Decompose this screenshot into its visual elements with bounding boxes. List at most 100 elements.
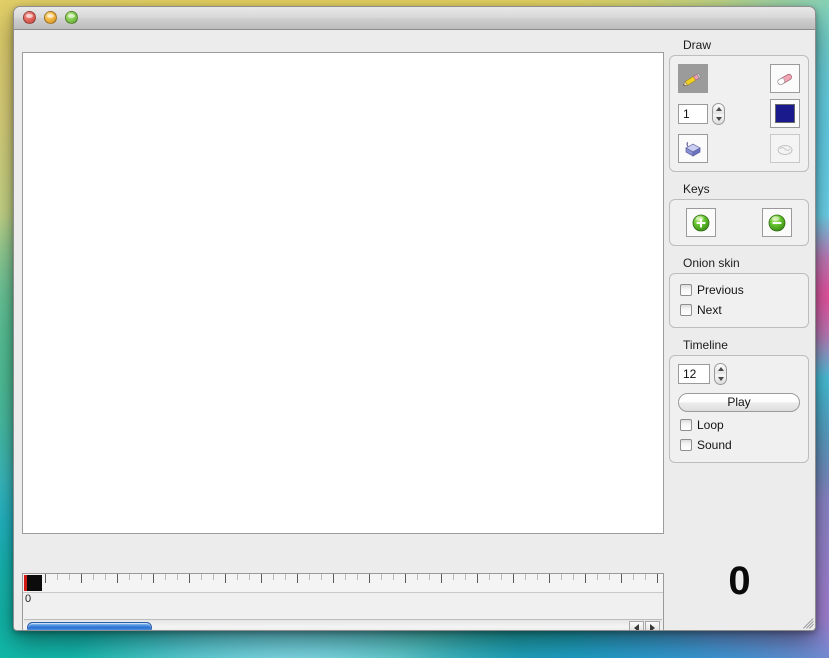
ruler-tick-minor <box>165 574 166 580</box>
ruler-tick-minor <box>525 574 526 580</box>
ruler-tick-major <box>585 574 586 583</box>
minimize-button-icon[interactable] <box>44 11 57 24</box>
ruler-tick-major <box>513 574 514 583</box>
ruler-tick-major <box>225 574 226 583</box>
sound-label: Sound <box>697 438 732 452</box>
line-width-spinner[interactable] <box>712 102 725 125</box>
timeline-track[interactable] <box>23 608 663 618</box>
ruler-tick-minor <box>177 574 178 580</box>
scrollbar-thumb[interactable] <box>27 622 152 630</box>
line-width-input[interactable]: 1 <box>678 103 708 124</box>
onion-next-checkbox[interactable] <box>680 304 692 316</box>
spinner-down-icon[interactable] <box>715 116 722 121</box>
ruler-tick-minor <box>309 574 310 580</box>
window-titlebar[interactable] <box>14 7 815 30</box>
onion-next-label: Next <box>697 303 722 317</box>
onion-skin-group-label: Onion skin <box>683 256 740 270</box>
ruler-tick-minor <box>57 574 58 580</box>
timeline-ruler[interactable] <box>23 574 663 593</box>
window-body: Draw 1 Keys Onion skin Previous Next Tim… <box>14 30 815 630</box>
arrow-right-icon <box>650 623 655 630</box>
ruler-tick-major <box>549 574 550 583</box>
fps-spinner[interactable] <box>714 363 727 385</box>
ruler-tick-minor <box>69 574 70 580</box>
ruler-tick-minor <box>489 574 490 580</box>
ruler-tick-minor <box>501 574 502 580</box>
ruler-tick-minor <box>213 574 214 580</box>
ruler-tick-major <box>81 574 82 583</box>
onion-previous-checkbox[interactable] <box>680 284 692 296</box>
application-window: Draw 1 Keys Onion skin Previous Next Tim… <box>13 6 816 631</box>
ruler-tick-minor <box>237 574 238 580</box>
ruler-tick-minor <box>537 574 538 580</box>
tool-panel: Draw 1 Keys Onion skin Previous Next Tim… <box>669 38 809 473</box>
timeline-strip[interactable]: 0 <box>22 573 664 630</box>
frame-counter: 0 <box>728 559 750 603</box>
sound-checkbox[interactable] <box>680 439 692 451</box>
ruler-tick-minor <box>597 574 598 580</box>
ruler-tick-minor <box>453 574 454 580</box>
fill-tool-button[interactable] <box>678 134 708 163</box>
pencil-tool-button[interactable] <box>678 64 708 93</box>
ruler-tick-minor <box>609 574 610 580</box>
loop-row[interactable]: Loop <box>680 418 800 432</box>
ruler-ticks <box>23 574 663 592</box>
ruler-tick-minor <box>273 574 274 580</box>
ruler-start-label: 0 <box>25 593 32 605</box>
ruler-tick-major <box>297 574 298 583</box>
onion-next-row[interactable]: Next <box>680 303 800 317</box>
close-button-icon[interactable] <box>23 11 36 24</box>
ruler-tick-minor <box>141 574 142 580</box>
ruler-tick-minor <box>201 574 202 580</box>
color-swatch-button[interactable] <box>770 99 800 128</box>
spinner-up-icon[interactable] <box>715 106 722 111</box>
onion-previous-row[interactable]: Previous <box>680 283 800 297</box>
ruler-tick-minor <box>561 574 562 580</box>
arrow-left-icon <box>634 623 639 630</box>
eraser-icon <box>777 73 792 85</box>
fps-stepper[interactable]: 12 <box>678 363 800 385</box>
sound-row[interactable]: Sound <box>680 438 800 452</box>
eraser-tool-button[interactable] <box>770 64 800 93</box>
ruler-tick-major <box>657 574 658 583</box>
draw-group-label: Draw <box>683 38 712 52</box>
fps-input[interactable]: 12 <box>678 364 710 384</box>
add-key-button[interactable] <box>686 208 716 237</box>
keys-group-box <box>669 199 809 246</box>
line-width-stepper[interactable]: 1 <box>678 102 725 125</box>
loop-checkbox[interactable] <box>680 419 692 431</box>
remove-key-button[interactable] <box>762 208 792 237</box>
fps-spinner-down-icon[interactable] <box>717 377 724 381</box>
desktop: Draw 1 Keys Onion skin Previous Next Tim… <box>0 0 829 658</box>
ruler-tick-major <box>153 574 154 583</box>
resize-grip[interactable] <box>800 616 814 630</box>
smudge-tool-button[interactable] <box>770 134 800 163</box>
ruler-tick-major <box>621 574 622 583</box>
scroll-right-button[interactable] <box>645 621 660 630</box>
keys-group-label: Keys <box>683 182 710 196</box>
drawing-canvas[interactable] <box>22 52 664 534</box>
ruler-tick-major <box>117 574 118 583</box>
timeline-scrollbar[interactable] <box>24 619 662 630</box>
play-button[interactable]: Play <box>678 393 800 412</box>
paint-bucket-icon <box>685 141 701 157</box>
pencil-icon <box>682 72 702 86</box>
onion-previous-label: Previous <box>697 283 744 297</box>
ruler-tick-minor <box>393 574 394 580</box>
ruler-tick-major <box>261 574 262 583</box>
ruler-tick-minor <box>249 574 250 580</box>
ruler-tick-minor <box>321 574 322 580</box>
color-swatch <box>775 104 795 123</box>
ruler-tick-minor <box>105 574 106 580</box>
ruler-tick-major <box>477 574 478 583</box>
fps-spinner-up-icon[interactable] <box>717 367 724 371</box>
ruler-tick-minor <box>381 574 382 580</box>
ruler-tick-major <box>369 574 370 583</box>
scroll-left-button[interactable] <box>629 621 644 630</box>
onion-skin-group-box: Previous Next <box>669 273 809 328</box>
ruler-tick-minor <box>645 574 646 580</box>
zoom-button-icon[interactable] <box>65 11 78 24</box>
window-controls <box>23 11 78 24</box>
loop-label: Loop <box>697 418 724 432</box>
current-frame-marker[interactable] <box>24 575 42 591</box>
